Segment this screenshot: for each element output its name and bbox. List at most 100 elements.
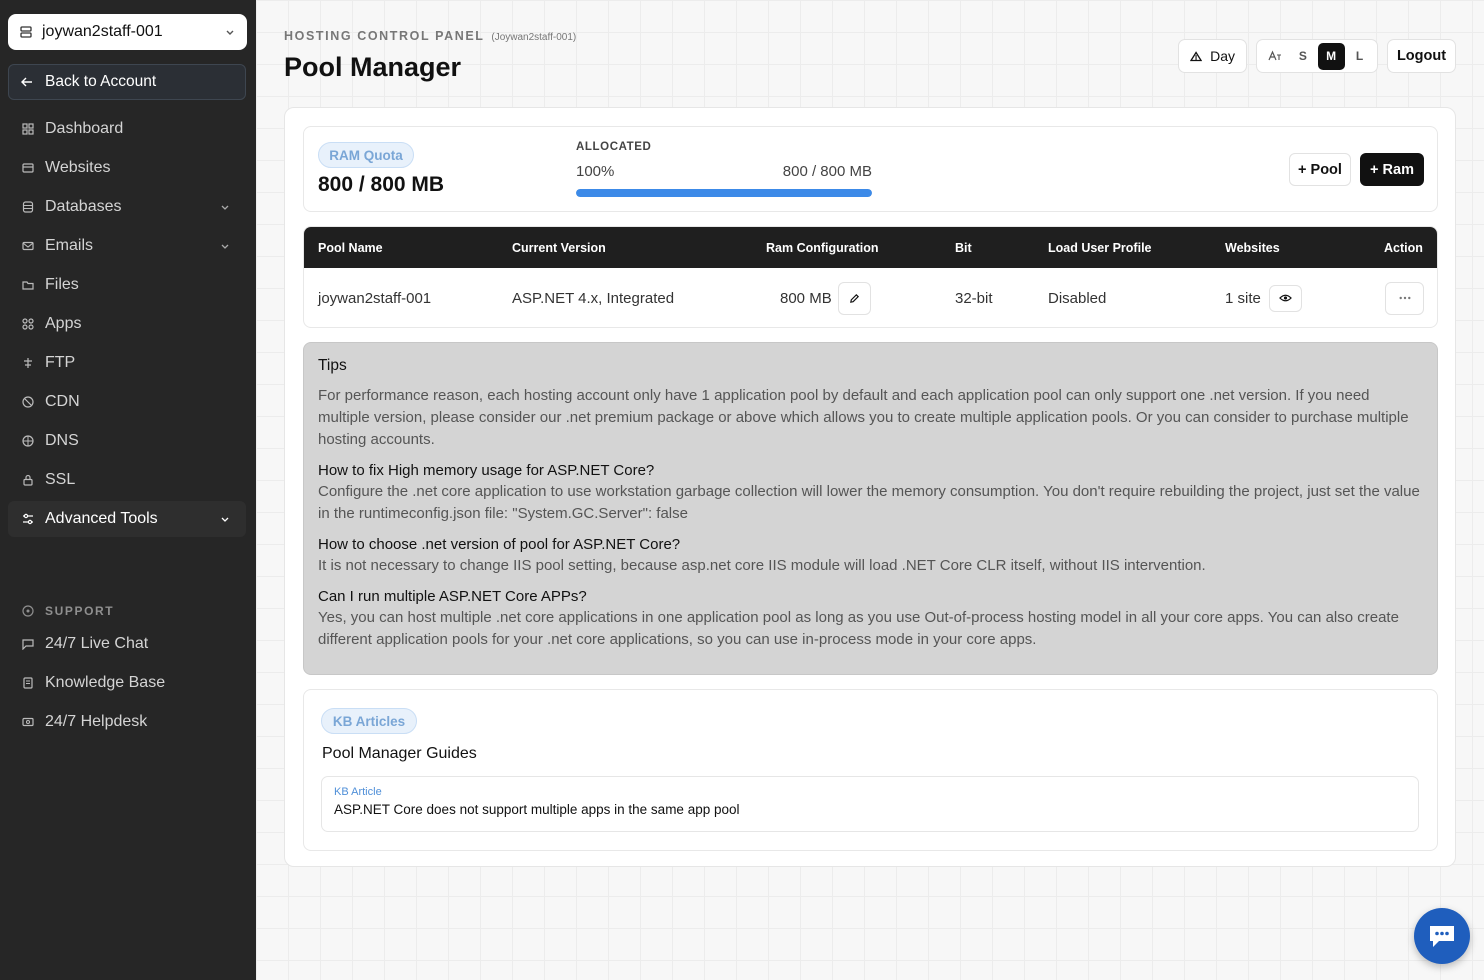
theme-label: Day <box>1210 48 1235 64</box>
ram-cell: 800 MB <box>780 268 871 327</box>
col-current-version: Current Version <box>512 240 606 255</box>
sidebar-item-dns[interactable]: DNS <box>8 423 246 459</box>
sidebar-item-label: 24/7 Live Chat <box>45 635 149 652</box>
add-ram-button[interactable]: + Ram <box>1360 153 1424 186</box>
load-user-profile-cell: Disabled <box>1048 289 1107 307</box>
sidebar-item-files[interactable]: Files <box>8 267 246 303</box>
sidebar-item-label: CDN <box>45 393 80 410</box>
eye-icon <box>1278 294 1292 302</box>
support-header: SUPPORT <box>22 604 114 618</box>
action-cell <box>1385 268 1424 327</box>
col-load-user-profile: Load User Profile <box>1048 240 1152 255</box>
font-size-selector: S M L <box>1256 39 1378 73</box>
more-actions-button[interactable] <box>1385 281 1424 315</box>
add-pool-button[interactable]: + Pool <box>1289 153 1351 186</box>
size-medium-button[interactable]: M <box>1317 42 1345 70</box>
folder-icon <box>22 279 34 291</box>
pencil-icon <box>849 293 859 303</box>
main-content: HOSTING CONTROL PANEL (Joywan2staff-001)… <box>256 0 1484 980</box>
transfer-icon <box>22 357 34 369</box>
sidebar-item-label: Databases <box>45 198 122 215</box>
sidebar-item-label: 24/7 Helpdesk <box>45 713 148 730</box>
sidebar-item-label: FTP <box>45 354 76 371</box>
sidebar-item-websites[interactable]: Websites <box>8 150 246 186</box>
kb-article-link[interactable]: KB Article ASP.NET Core does not support… <box>321 776 1419 832</box>
apps-icon <box>22 318 34 330</box>
pool-table: Pool Name Current Version Ram Configurat… <box>303 226 1438 328</box>
sidebar-item-ssl[interactable]: SSL <box>8 462 246 498</box>
ticket-icon <box>22 716 34 728</box>
table-row: joywan2staff-001 ASP.NET 4.x, Integrated… <box>304 268 1437 327</box>
view-websites-button[interactable] <box>1268 284 1302 312</box>
chat-icon <box>22 638 34 650</box>
sidebar-item-label: Dashboard <box>45 120 124 137</box>
grid-icon <box>22 123 34 135</box>
sidebar-item-live-chat[interactable]: 24/7 Live Chat <box>8 626 246 662</box>
sidebar-item-databases[interactable]: Databases <box>8 189 246 225</box>
logout-button[interactable]: Logout <box>1387 39 1456 73</box>
sidebar-item-label: Websites <box>45 159 111 176</box>
faq-question: How to choose .net version of pool for A… <box>318 536 681 553</box>
server-icon <box>20 26 32 38</box>
database-icon <box>22 201 34 213</box>
sidebar-item-cdn[interactable]: CDN <box>8 384 246 420</box>
pool-name-cell: joywan2staff-001 <box>318 289 432 307</box>
text-size-icon <box>1261 43 1288 70</box>
sun-icon <box>1190 50 1203 61</box>
col-action: Action <box>1384 240 1423 255</box>
edit-ram-button[interactable] <box>837 281 871 315</box>
version-cell: ASP.NET 4.x, Integrated <box>512 289 675 307</box>
kb-articles-card: KB Articles Pool Manager Guides KB Artic… <box>303 689 1438 851</box>
chevron-down-icon <box>221 244 229 249</box>
page-title: Pool Manager <box>284 52 462 82</box>
allocated-percent: 100% <box>576 163 615 180</box>
sliders-icon <box>22 513 34 525</box>
kb-article-type: KB Article <box>334 786 382 798</box>
kb-section-title: Pool Manager Guides <box>322 745 477 762</box>
sidebar-item-helpdesk[interactable]: 24/7 Helpdesk <box>8 704 246 740</box>
sidebar-item-label: Advanced Tools <box>45 510 158 527</box>
eyebrow-label: HOSTING CONTROL PANEL <box>284 29 485 43</box>
table-header: Pool Name Current Version Ram Configurat… <box>304 227 1437 268</box>
sidebar-item-dashboard[interactable]: Dashboard <box>8 111 246 147</box>
faq-answer: Configure the .net core application to u… <box>318 483 1420 522</box>
chevron-down-icon <box>221 517 229 522</box>
account-selector[interactable]: joywan2staff-001 <box>8 14 247 50</box>
sidebar-item-label: Knowledge Base <box>45 674 166 691</box>
allocated-amount: 800 / 800 MB <box>782 163 872 180</box>
size-large-button[interactable]: L <box>1346 43 1373 70</box>
faq-answer: It is not necessary to change IIS pool s… <box>318 557 1206 574</box>
sidebar-item-emails[interactable]: Emails <box>8 228 246 264</box>
chevron-down-icon <box>226 30 234 35</box>
sidebar-item-label: SSL <box>45 471 76 488</box>
help-circle-icon <box>22 605 34 617</box>
lock-icon <box>22 474 34 486</box>
size-small-button[interactable]: S <box>1289 43 1316 70</box>
tips-intro: For performance reason, each hosting acc… <box>318 387 1409 448</box>
chevron-down-icon <box>221 205 229 210</box>
faq-answer: Yes, you can host multiple .net core app… <box>318 609 1399 648</box>
chat-bubble-icon <box>1430 926 1454 947</box>
book-icon <box>22 677 34 689</box>
sidebar-item-apps[interactable]: Apps <box>8 306 246 342</box>
ram-quota-badge: RAM Quota <box>318 142 414 168</box>
col-bit: Bit <box>955 240 972 255</box>
sidebar-item-ftp[interactable]: FTP <box>8 345 246 381</box>
sidebar-item-label: Emails <box>45 237 94 254</box>
page-eyebrow: HOSTING CONTROL PANEL (Joywan2staff-001) <box>284 29 576 43</box>
allocation-progress-fill <box>576 189 872 197</box>
ram-quota-card: RAM Quota 800 / 800 MB ALLOCATED 100% 80… <box>303 126 1438 212</box>
faq-question: How to fix High memory usage for ASP.NET… <box>318 462 655 479</box>
tips-box: Tips For performance reason, each hostin… <box>303 342 1438 675</box>
theme-toggle-button[interactable]: Day <box>1178 39 1247 73</box>
sidebar-item-knowledge-base[interactable]: Knowledge Base <box>8 665 246 701</box>
browser-icon <box>22 162 34 174</box>
back-to-account-button[interactable]: Back to Account <box>8 64 246 100</box>
account-name: joywan2staff-001 <box>42 23 163 40</box>
allocated-label: ALLOCATED <box>576 141 652 153</box>
more-horizontal-icon <box>1399 296 1410 300</box>
websites-cell: 1 site <box>1225 268 1302 327</box>
ram-quota-value: 800 / 800 MB <box>318 173 445 196</box>
sidebar-item-advanced-tools[interactable]: Advanced Tools <box>8 501 246 537</box>
live-chat-button[interactable] <box>1414 908 1470 964</box>
